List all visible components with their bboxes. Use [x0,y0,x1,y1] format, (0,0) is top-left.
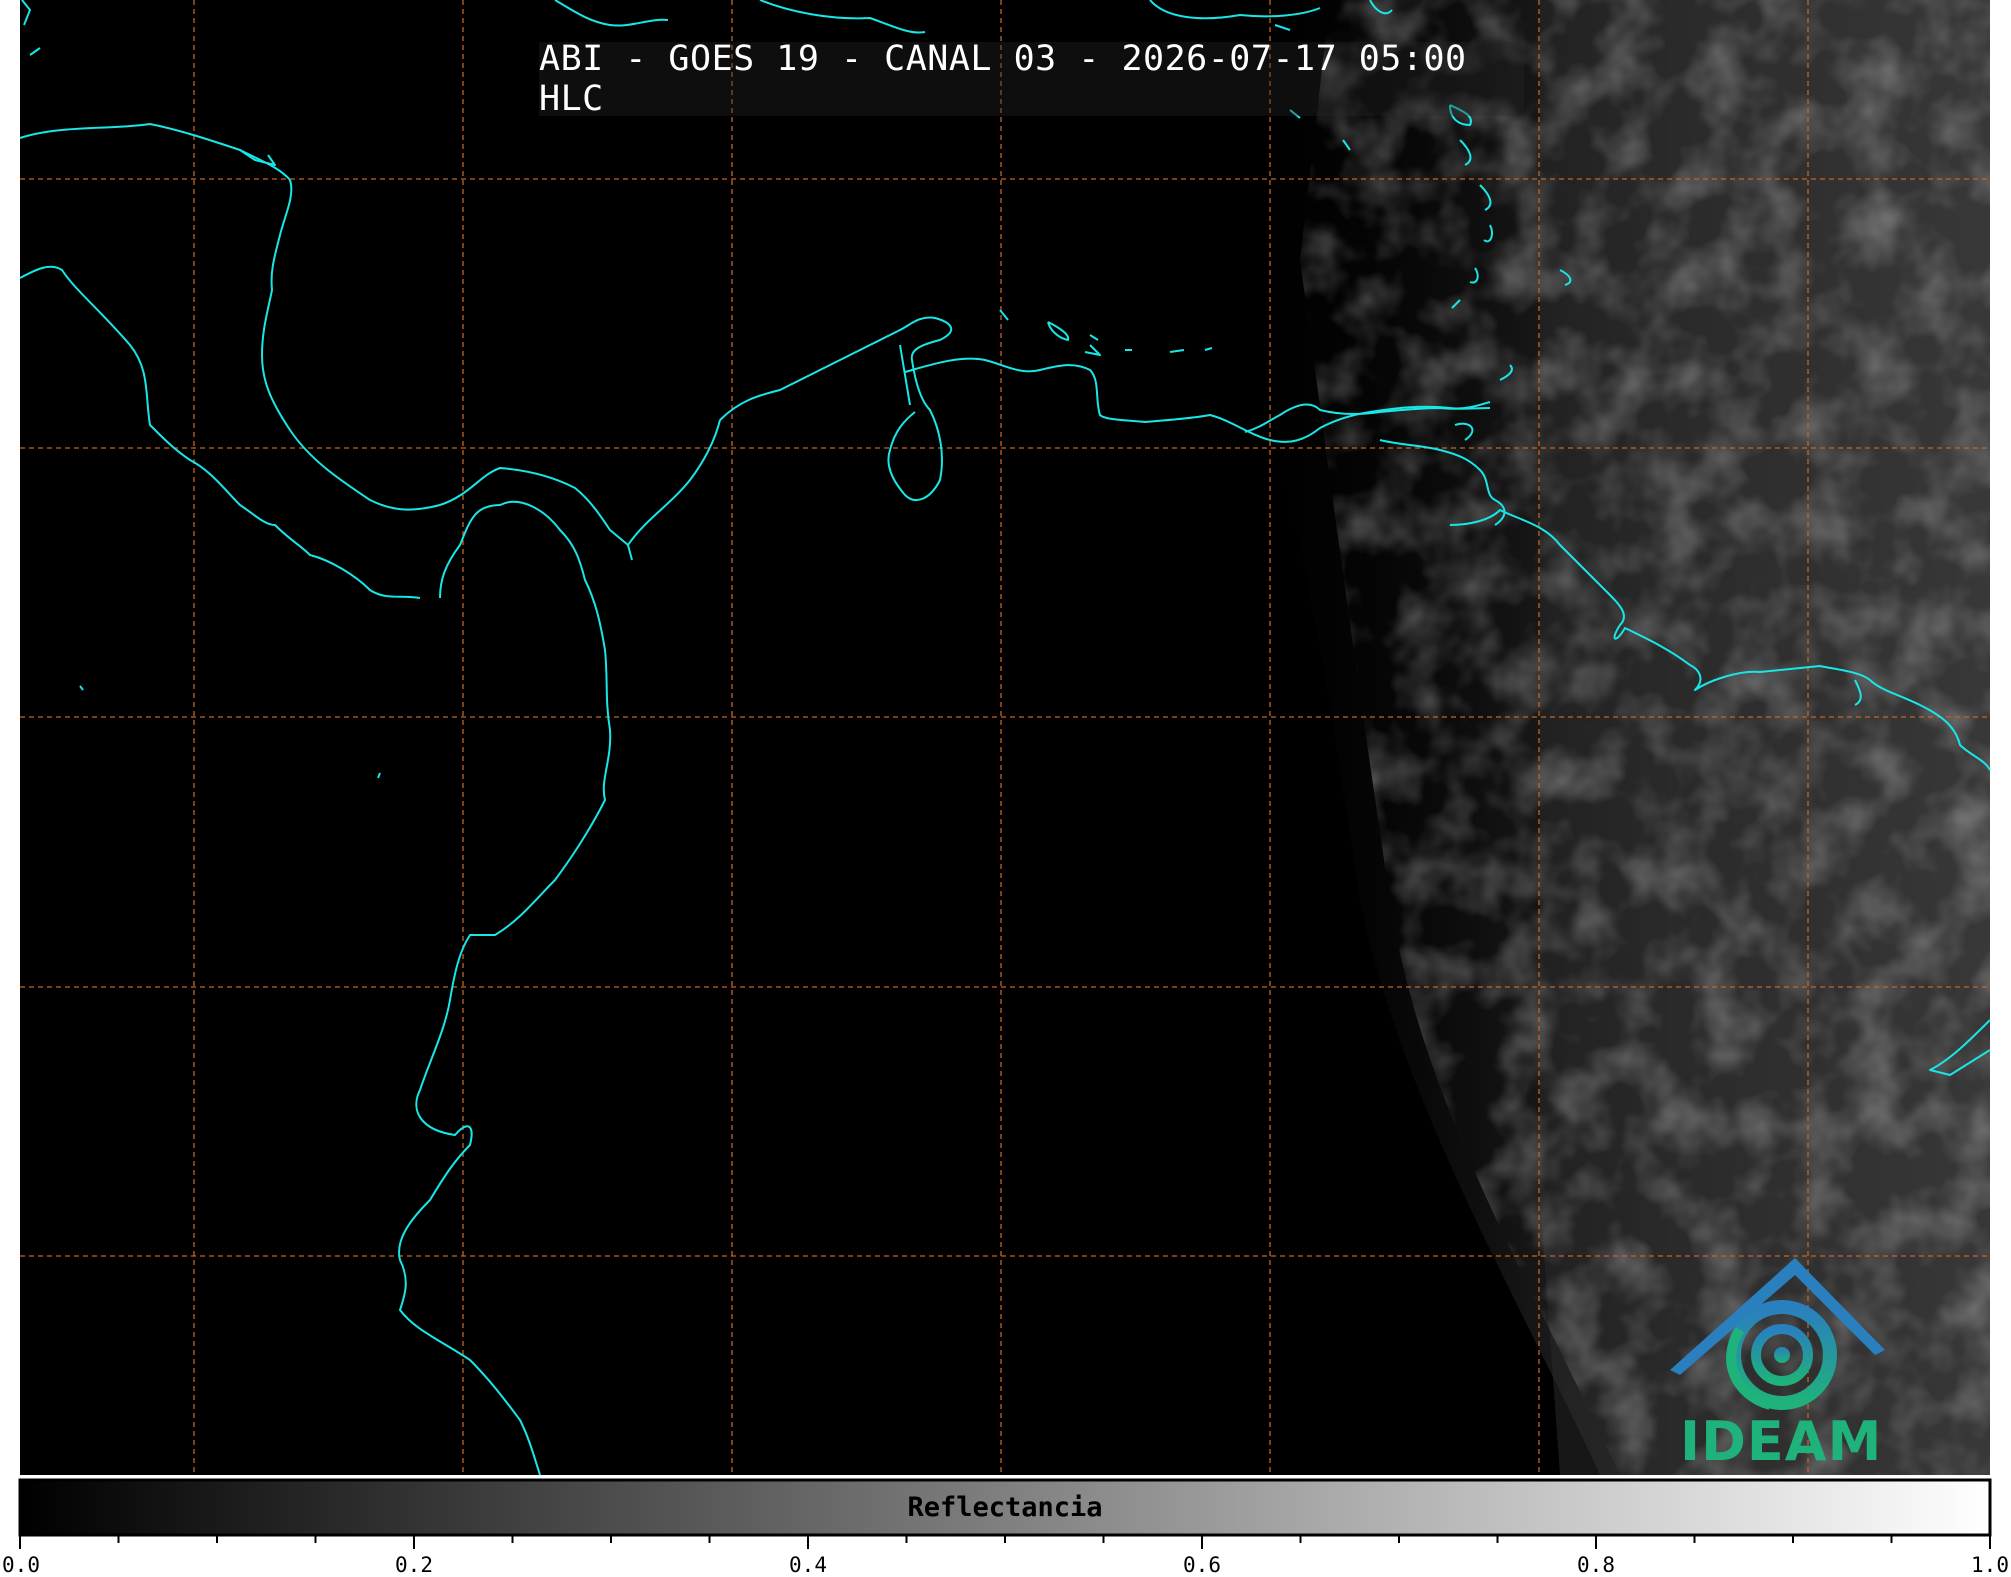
colorbar-tick-label: 0.6 [1183,1553,1221,1577]
ideam-logo-text: IDEAM [1680,1410,1883,1473]
colorbar-tick-label: 0.0 [2,1553,40,1577]
colorbar-tick-label: 0.2 [395,1553,433,1577]
satellite-figure: ABI - GOES 19 - CANAL 03 - 2026-07-17 05… [0,0,2011,1577]
colorbar-tick-label: 0.8 [1577,1553,1615,1577]
map-canvas [18,0,1992,1549]
colorbar-ticks [19,1535,1991,1549]
colorbar-tick-label: 1.0 [1971,1553,2009,1577]
map-title: ABI - GOES 19 - CANAL 03 - 2026-07-17 05… [539,39,1524,119]
colorbar-label: Reflectancia [907,1492,1103,1523]
colorbar-tick-label: 0.4 [789,1553,827,1577]
